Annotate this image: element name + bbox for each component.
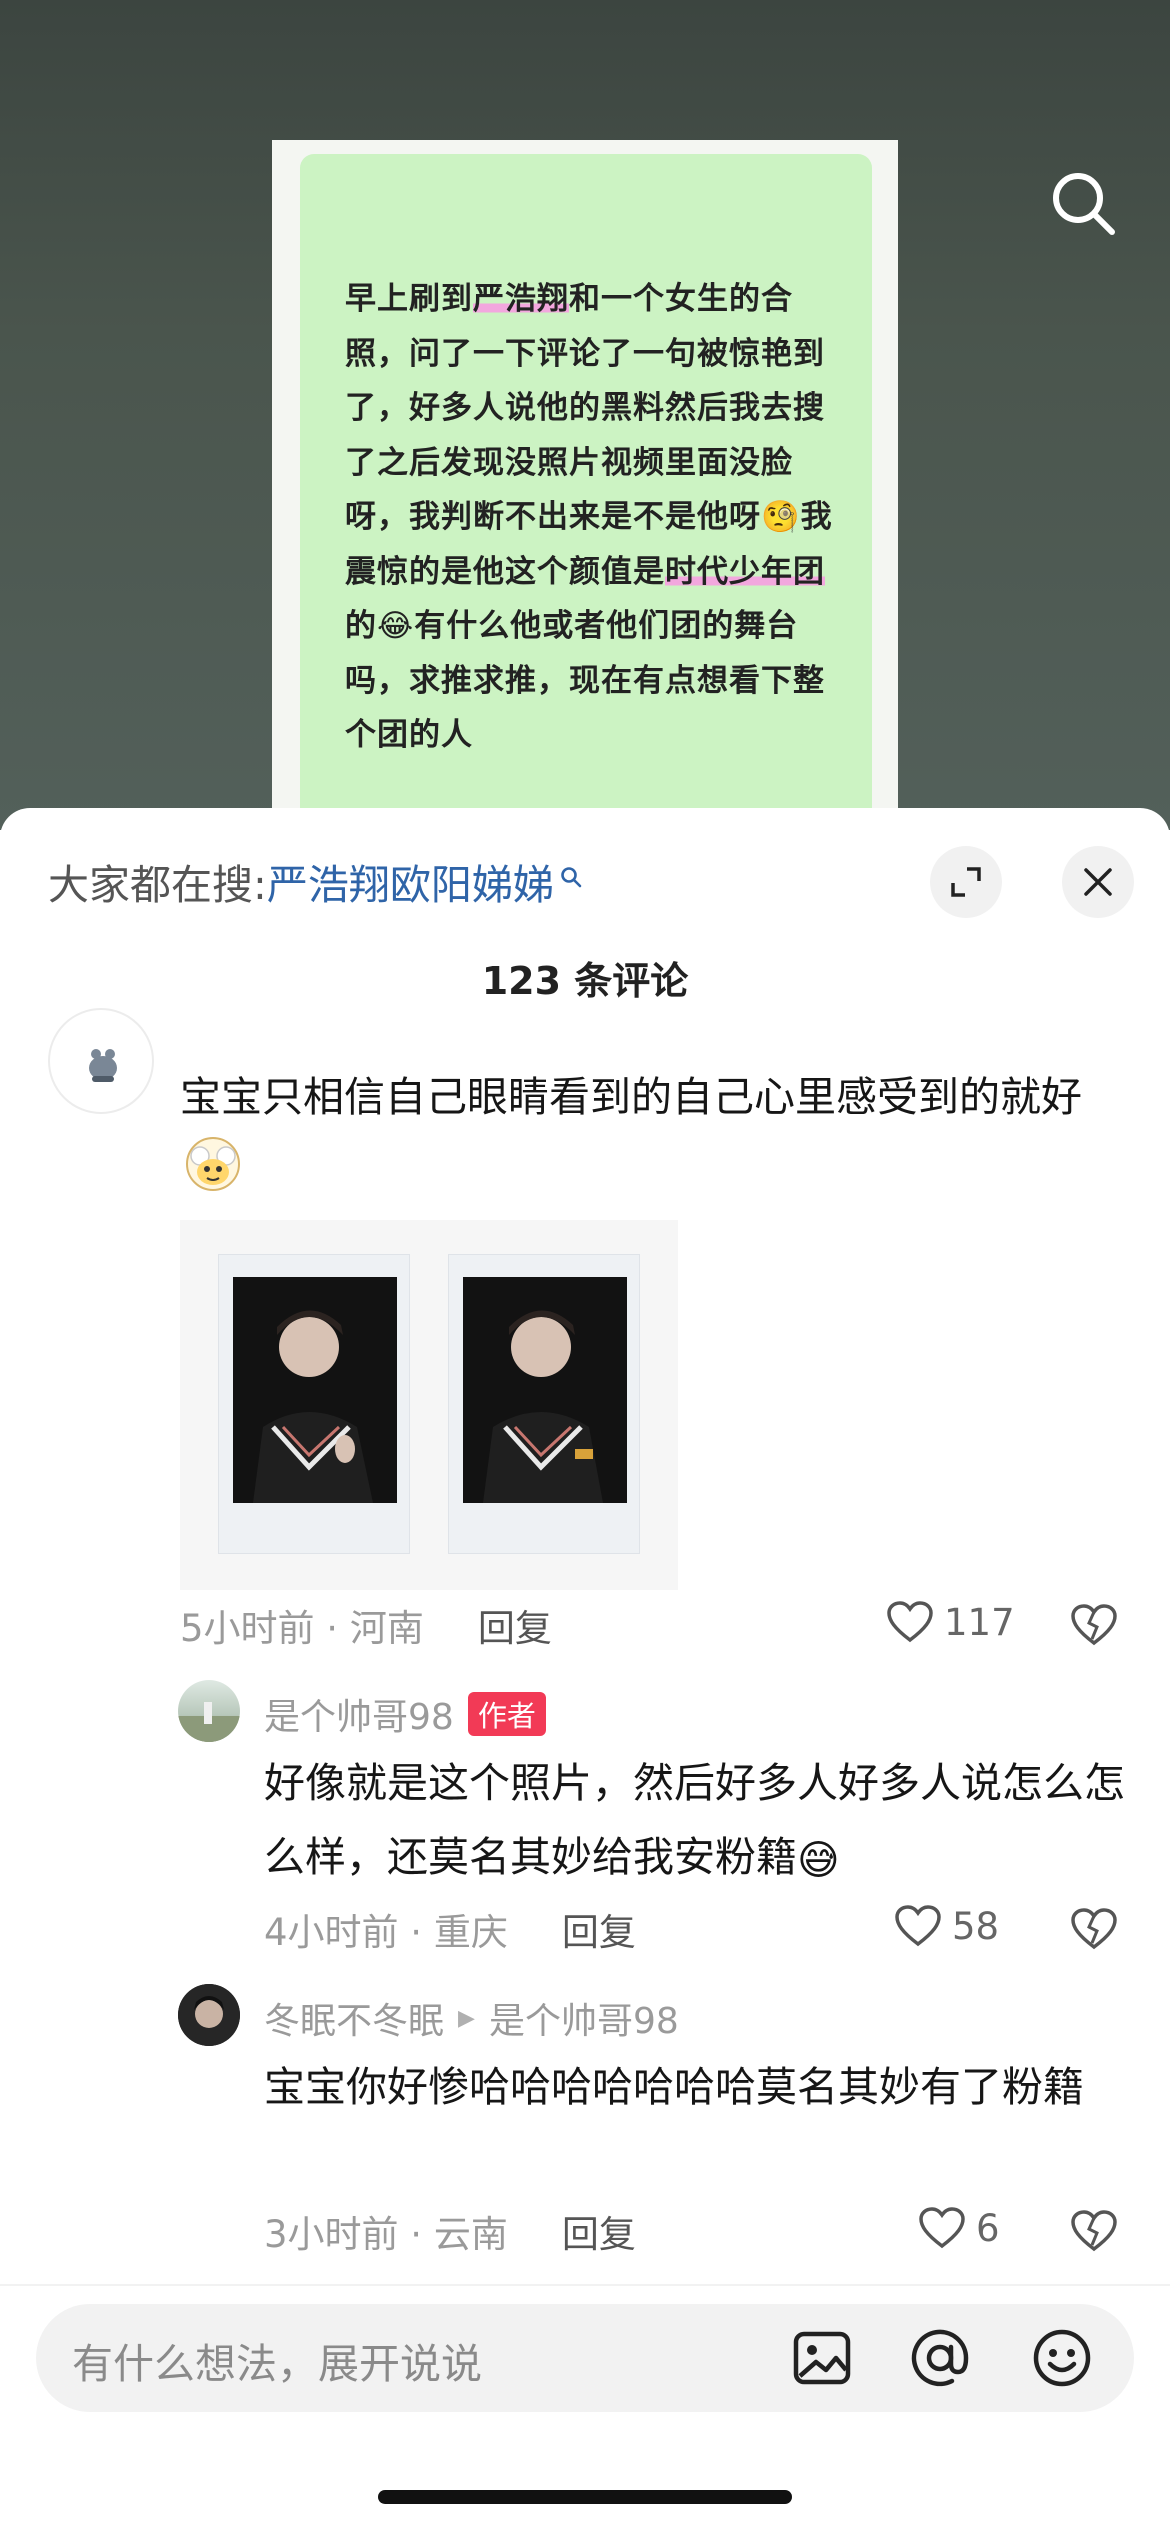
author-badge: 作者 [467,1692,546,1736]
emoji-icon[interactable] [1030,2326,1094,2390]
expand-button[interactable] [930,846,1002,918]
reply-meta: 3小时前 · 云南 回复 [264,2206,636,2256]
avatar[interactable] [48,1008,154,1114]
heart-icon [887,1601,933,1643]
heart-icon [919,2207,965,2249]
dislike-button[interactable] [1070,2209,1118,2257]
comment-meta: 5小时前 · 河南 回复 [180,1600,552,1650]
reply-button[interactable]: 回复 [478,1598,552,1652]
close-icon [1084,868,1112,896]
at-icon[interactable] [908,2326,972,2390]
comment-body: 宝宝只相信自己眼睛看到的自己心里感受到的就好 [180,1073,1082,1121]
note-text-segment: 和一个女生的合照，问了一下评论了一句被惊艳到了，好多人说他的黑料然后我去搜了之后… [345,281,825,535]
comment-time-location: 5小时前 · 河南 [180,1607,424,1650]
comment-count: 123 条评论 [481,959,689,1003]
reply-text: 好像就是这个照片，然后好多人好多人说怎么怎么样，还莫名其妙给我安粉籍😅 [264,1746,1134,1897]
magnifier-icon [560,850,582,898]
dislike-heart-icon [1071,1908,1117,1950]
reply-username[interactable]: 冬眠不冬眠 [264,1992,444,2044]
reply-time-location: 3小时前 · 云南 [264,2213,508,2256]
like-button[interactable]: 6 [918,2206,1000,2250]
like-button[interactable]: 58 [894,1904,999,1948]
hot-search-label: 大家都在搜: [48,861,267,909]
note-highlight-text: 时代少年团 [665,553,825,590]
like-count: 117 [944,1600,1015,1644]
reply-text: 宝宝你好惨哈哈哈哈哈哈哈莫名其妙有了粉籍 [264,2063,1084,2111]
note-text-segment: 早上刷到 [345,281,473,317]
note-highlight-text: 严浩翔 [473,281,569,317]
photo-thumbnail[interactable] [218,1254,410,1554]
avatar[interactable] [178,1984,240,2046]
heart-icon [895,1905,941,1947]
comment-input-placeholder: 有什么想法，展开说说 [72,2340,482,2388]
reply-header: 是个帅哥98 作者 [264,1688,546,1740]
note-text: 早上刷到严浩翔和一个女生的合照，问了一下评论了一句被惊艳到了，好多人说他的黑料然… [345,272,835,763]
hot-search-keyword[interactable]: 严浩翔欧阳娣娣 [267,851,554,911]
divider [0,2284,1170,2286]
like-count: 58 [952,1904,1000,1948]
comment-text: 宝宝只相信自己眼睛看到的自己心里感受到的就好 [180,1060,1110,1223]
photo-thumbnail[interactable] [448,1254,640,1554]
note-text-segment: 🧐 [761,499,801,535]
avatar[interactable] [178,1680,240,1742]
note-text-segment: 有什么他或者他们团的舞台吗，求推求推，现在有点想看下整个团的人 [345,608,825,753]
reply-username[interactable]: 是个帅哥98 [264,1688,454,1740]
close-button[interactable] [1062,846,1134,918]
expand-icon [951,867,981,897]
like-button[interactable]: 117 [886,1600,1015,1644]
image-icon[interactable] [790,2326,854,2390]
note-text-segment: 😂 [377,608,415,644]
reply-button[interactable]: 回复 [562,2204,636,2258]
hot-search-bar[interactable]: 大家都在搜: 严浩翔欧阳娣娣 [48,850,582,912]
reply-time-location: 4小时前 · 重庆 [264,1911,508,1954]
sweat-smile-emoji: 😅 [797,1836,840,1884]
sheep-sticker-icon [180,1134,246,1223]
dislike-button[interactable] [1070,1603,1118,1651]
dislike-heart-icon [1071,2210,1117,2252]
note-text-segment: 的 [345,608,377,644]
reply-button[interactable]: 回复 [562,1902,636,1956]
reply-body: 好像就是这个照片，然后好多人好多人说怎么怎么样，还莫名其妙给我安粉籍 [264,1759,1125,1881]
reply-header: 冬眠不冬眠 ▶ 是个帅哥98 [264,1992,679,2044]
dislike-heart-icon [1071,1604,1117,1646]
search-icon[interactable] [1048,168,1118,238]
dislike-button[interactable] [1070,1907,1118,1955]
reply-arrow-icon: ▶ [458,2005,475,2031]
like-count: 6 [976,2206,1000,2250]
home-indicator[interactable] [378,2490,792,2504]
reply-meta: 4小时前 · 重庆 回复 [264,1904,636,1954]
reply-to-username[interactable]: 是个帅哥98 [489,1992,679,2044]
